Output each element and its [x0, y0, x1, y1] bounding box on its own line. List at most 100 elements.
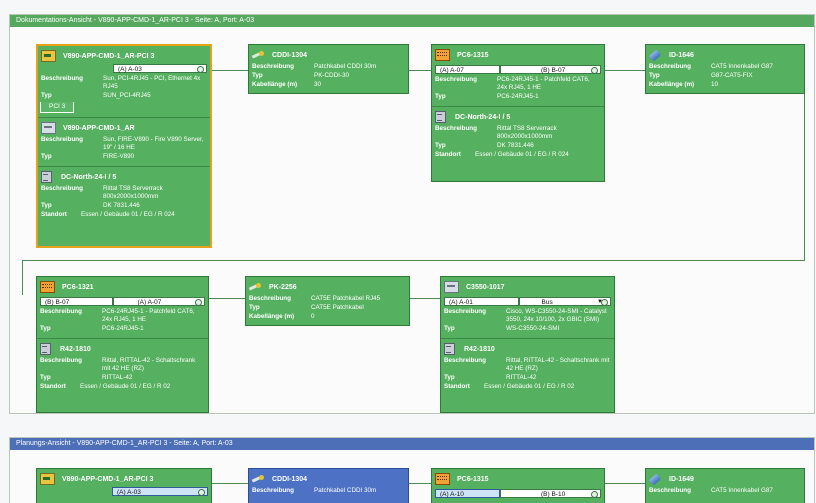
kabellaenge-value: 0 — [311, 313, 315, 320]
patch-panel-icon — [435, 49, 450, 61]
typ-value: WS-C3550-24-SMI — [506, 325, 560, 332]
port-connector-dot[interactable] — [591, 491, 598, 498]
connector-line — [22, 260, 23, 295]
patchpanel-card-pc6-1321[interactable]: PC6-1321 (B) B-07 (A) A-07 Beschreibung P… — [36, 276, 209, 413]
cable-card-pk-2256[interactable]: PK-2256 Beschreibung CAT5E Patchkabel RJ4… — [245, 276, 410, 326]
kabellaenge-label: Kabellänge (m) — [249, 313, 295, 320]
port-b-07[interactable]: (B) B-07 — [40, 297, 113, 306]
kabellaenge-value: 30 — [314, 81, 322, 88]
typ-value: DK 7831.446 — [497, 142, 534, 149]
rack-title: R42-1810 — [464, 345, 495, 353]
beschreibung-value: Cisco, WS-C3550-24-SMI - Catalyst 3550, … — [506, 308, 607, 323]
port-label: Bus — [541, 299, 553, 306]
standort-label: Standort — [40, 383, 66, 390]
beschreibung-label: Beschreibung — [41, 75, 83, 82]
standort-label: Standort — [435, 151, 461, 158]
tab-pci3[interactable]: PCI 3 — [40, 102, 75, 113]
beschreibung-value: PC6-24RJ45-1 - Patchfeld CAT6, 24x RJ45,… — [497, 76, 590, 91]
port-b-07[interactable]: (B) B-07 — [500, 65, 601, 74]
beschreibung-value: Rittal TS8 Serverrack 800x2000x1000mm — [497, 125, 557, 140]
port-a-10[interactable]: (A) A-10 — [435, 489, 500, 498]
plan-device-card-v890-pci3[interactable]: V890-APP-CMD-1_AR-PCI 3 (A) A-03 — [36, 468, 212, 503]
patchpanel-card-pc6-1315[interactable]: PC6-1315 (A) A-07 (B) B-07 Beschreibung P… — [431, 44, 605, 182]
card-title: ID-1649 — [669, 475, 694, 483]
switch-card-c3550-1017[interactable]: C3550-1017 (A) A-01 Bus▼ Beschreibung Cis… — [440, 276, 615, 413]
beschreibung-label: Beschreibung — [41, 136, 83, 143]
port-connector-dot[interactable] — [591, 67, 598, 74]
port-connector-dot[interactable] — [195, 299, 202, 306]
standort-value: Essen / Gebäude 01 / EG / R 02 — [80, 383, 171, 390]
beschreibung-value: Rittal, RITTAL-42 - Schaltschrank mit 42… — [102, 357, 196, 372]
rack-icon — [40, 343, 51, 355]
typ-label: Typ — [444, 325, 455, 332]
beschreibung-label: Beschreibung — [435, 76, 477, 83]
standort-value: Essen / Gebäude 01 / EG / R 02 — [484, 383, 575, 390]
port-label: (A) A-03 — [117, 489, 141, 496]
card-title: PC6-1315 — [457, 475, 489, 483]
port-label: (B) B-10 — [541, 491, 566, 498]
plan-cable-card-cddi-1304[interactable]: CDDI-1304 Beschreibung Patchkabel CDDI 30… — [248, 468, 409, 503]
kabellaenge-label: Kabellänge (m) — [649, 81, 695, 88]
card-title: PK-2256 — [269, 283, 297, 291]
beschreibung-value: Rittal, RITTAL-42 - Schaltschrank mit 42… — [506, 357, 610, 372]
typ-value: G87-CAT5-FIX — [711, 72, 753, 79]
beschreibung-label: Beschreibung — [40, 308, 82, 315]
typ-label: Typ — [40, 374, 51, 381]
port-a-03[interactable]: (A) A-03 — [113, 64, 207, 73]
port-label: (A) A-10 — [440, 491, 464, 498]
port-bus[interactable]: Bus▼ — [518, 297, 611, 306]
server-icon — [41, 122, 56, 134]
cat-cable-icon — [649, 474, 662, 484]
typ-value: PC6-24RJ45-1 — [102, 325, 144, 332]
card-title: C3550-1017 — [466, 283, 505, 291]
standort-label: Standort — [444, 383, 470, 390]
beschreibung-value: Patchkabel CDDI 30m — [314, 487, 377, 494]
plan-cable-card-id-1649[interactable]: ID-1649 Beschreibung CAT5 Innenkabel G87 — [645, 468, 805, 503]
rack-icon — [435, 111, 446, 123]
patch-panel-icon — [435, 473, 450, 485]
typ-label: Typ — [249, 304, 260, 311]
kabellaenge-label: Kabellänge (m) — [252, 81, 298, 88]
cable-icon — [252, 474, 265, 484]
device-card-v890-pci3[interactable]: V890-APP-CMD-1_AR-PCI 3 (A) A-03 Beschre… — [36, 44, 212, 248]
beschreibung-label: Beschreibung — [41, 185, 83, 192]
card-title: PC6-1321 — [62, 283, 94, 291]
rack-icon — [41, 171, 52, 183]
cable-card-cddi-1304[interactable]: CDDI-1304 Beschreibung Patchkabel CDDI 30… — [248, 44, 409, 94]
network-card-icon — [40, 473, 55, 485]
port-connector-dot[interactable] — [197, 66, 204, 73]
beschreibung-value: CAT5E Patchkabel RJ45 — [311, 295, 381, 302]
connector-line — [209, 298, 245, 299]
port-a-07[interactable]: (A) A-07 — [112, 297, 205, 306]
typ-label: Typ — [41, 92, 52, 99]
card-title: V890-APP-CMD-1_AR-PCI 3 — [63, 52, 155, 60]
port-a-07[interactable]: (A) A-07 — [435, 65, 500, 74]
beschreibung-label: Beschreibung — [444, 308, 486, 315]
card-title: V890-APP-CMD-1_AR-PCI 3 — [62, 475, 154, 483]
port-connector-dot[interactable] — [198, 489, 205, 496]
cable-card-id-1646[interactable]: ID-1646 Beschreibung CAT5 Innenkabel G87 … — [645, 44, 805, 94]
beschreibung-label: Beschreibung — [649, 63, 691, 70]
port-label: (A) A-07 — [137, 299, 162, 306]
beschreibung-value: Rittal TS8 Serverrack 800x2000x1000mm — [103, 185, 163, 200]
planning-view-header: Planungs-Ansicht - V890-APP-CMD-1_AR-PCI… — [10, 438, 814, 450]
port-label: (B) B-07 — [541, 67, 566, 74]
beschreibung-value: CAT5 Innenkabel G87 — [711, 63, 773, 70]
port-connector-dot[interactable] — [601, 299, 608, 306]
port-a-01[interactable]: (A) A-01 — [444, 297, 519, 306]
port-b-10[interactable]: (B) B-10 — [500, 489, 601, 498]
standort-label: Standort — [41, 211, 67, 218]
connector-line — [212, 70, 248, 71]
rack-title: R42-1810 — [60, 345, 91, 353]
plan-patchpanel-card-pc6-1315[interactable]: PC6-1315 (A) A-10 (B) B-10 — [431, 468, 605, 503]
beschreibung-label: Beschreibung — [649, 487, 691, 494]
typ-label: Typ — [435, 93, 446, 100]
beschreibung-value: CAT5 Innenkabel G87 — [711, 487, 773, 494]
cable-icon — [249, 282, 262, 292]
network-card-icon — [41, 50, 56, 62]
port-label: (B) B-07 — [45, 299, 70, 306]
port-a-03[interactable]: (A) A-03 — [112, 487, 208, 496]
standort-value: Essen / Gebäude 01 / EG / R 024 — [81, 211, 175, 218]
beschreibung-value: PC6-24RJ45-1 - Patchfeld CAT6, 24x RJ45,… — [102, 308, 195, 323]
rack-title: DC-North-24-I / 5 — [61, 173, 117, 181]
